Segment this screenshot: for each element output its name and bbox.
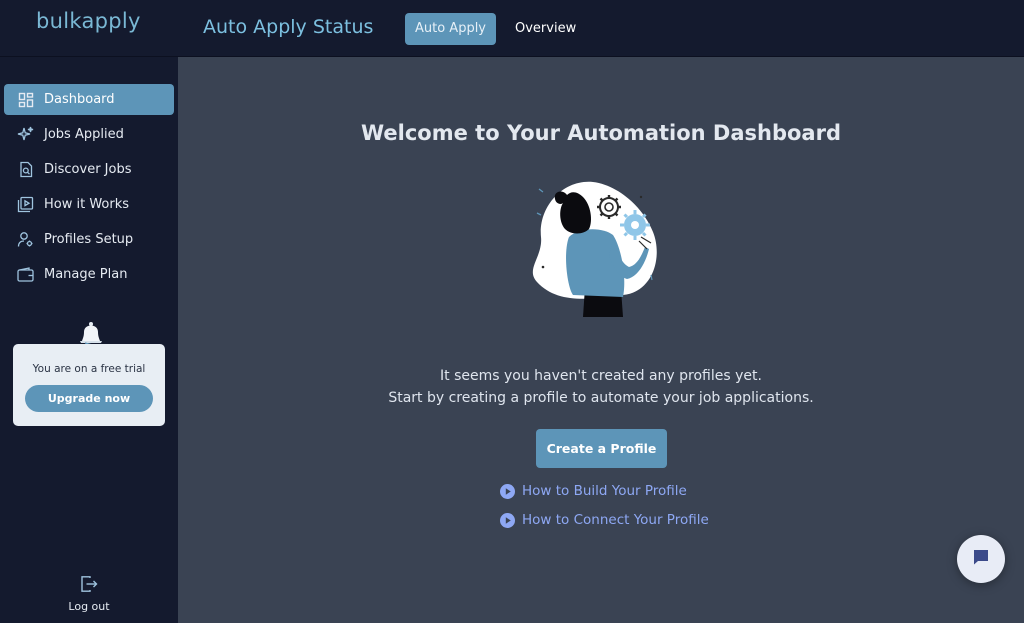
link-label: How to Connect Your Profile [522, 512, 709, 528]
sidebar-item-how-it-works[interactable]: How it Works [4, 189, 174, 220]
chat-button[interactable] [957, 535, 1005, 583]
logout-icon [80, 575, 98, 593]
sidebar-item-label: Dashboard [44, 92, 115, 107]
logo[interactable]: bulkapply [36, 9, 141, 33]
welcome-title: Welcome to Your Automation Dashboard [361, 121, 841, 145]
play-circle-icon [500, 512, 515, 528]
create-profile-button[interactable]: Create a Profile [536, 429, 667, 468]
sidebar-item-discover-jobs[interactable]: Discover Jobs [4, 154, 174, 185]
tab-auto-apply[interactable]: Auto Apply [405, 13, 496, 45]
sidebar-item-label: Discover Jobs [44, 162, 132, 177]
trial-card: You are on a free trial Upgrade now [13, 344, 165, 426]
logout-label: Log out [68, 600, 110, 613]
trial-text: You are on a free trial [32, 363, 146, 375]
top-bar: bulkapply Auto Apply Status Auto Apply O… [0, 0, 1024, 57]
tab-overview[interactable]: Overview [505, 13, 586, 45]
sidebar-item-profiles-setup[interactable]: Profiles Setup [4, 224, 174, 255]
user-settings-icon [17, 231, 34, 248]
sidebar-item-label: Profiles Setup [44, 232, 134, 247]
sidebar-item-manage-plan[interactable]: Manage Plan [4, 259, 174, 290]
build-profile-link[interactable]: How to Build Your Profile [500, 483, 687, 499]
wallet-icon [17, 266, 34, 283]
chat-icon [972, 548, 990, 570]
upgrade-button[interactable]: Upgrade now [25, 385, 153, 412]
logout-button[interactable]: Log out [60, 575, 118, 614]
dashboard-icon [17, 91, 34, 108]
video-library-icon [17, 196, 34, 213]
document-search-icon [17, 161, 34, 178]
empty-state-message: It seems you haven't created any profile… [440, 368, 762, 384]
play-circle-icon [500, 483, 515, 499]
main-content: Welcome to Your Automation Dashboard It … [178, 57, 1024, 623]
sidebar-item-dashboard[interactable]: Dashboard [4, 84, 174, 115]
sidebar-item-label: How it Works [44, 197, 130, 212]
sparkle-icon [17, 126, 34, 143]
connect-profile-link[interactable]: How to Connect Your Profile [500, 512, 709, 528]
automation-illustration [523, 177, 673, 327]
link-label: How to Build Your Profile [522, 483, 687, 499]
empty-state-message: Start by creating a profile to automate … [388, 390, 814, 406]
sidebar-item-label: Jobs Applied [44, 127, 124, 142]
sidebar: Dashboard Jobs Applied Discover Jobs How… [0, 57, 178, 623]
page-title: Auto Apply Status [203, 16, 374, 38]
sidebar-item-label: Manage Plan [44, 267, 128, 282]
sidebar-item-jobs-applied[interactable]: Jobs Applied [4, 119, 174, 150]
